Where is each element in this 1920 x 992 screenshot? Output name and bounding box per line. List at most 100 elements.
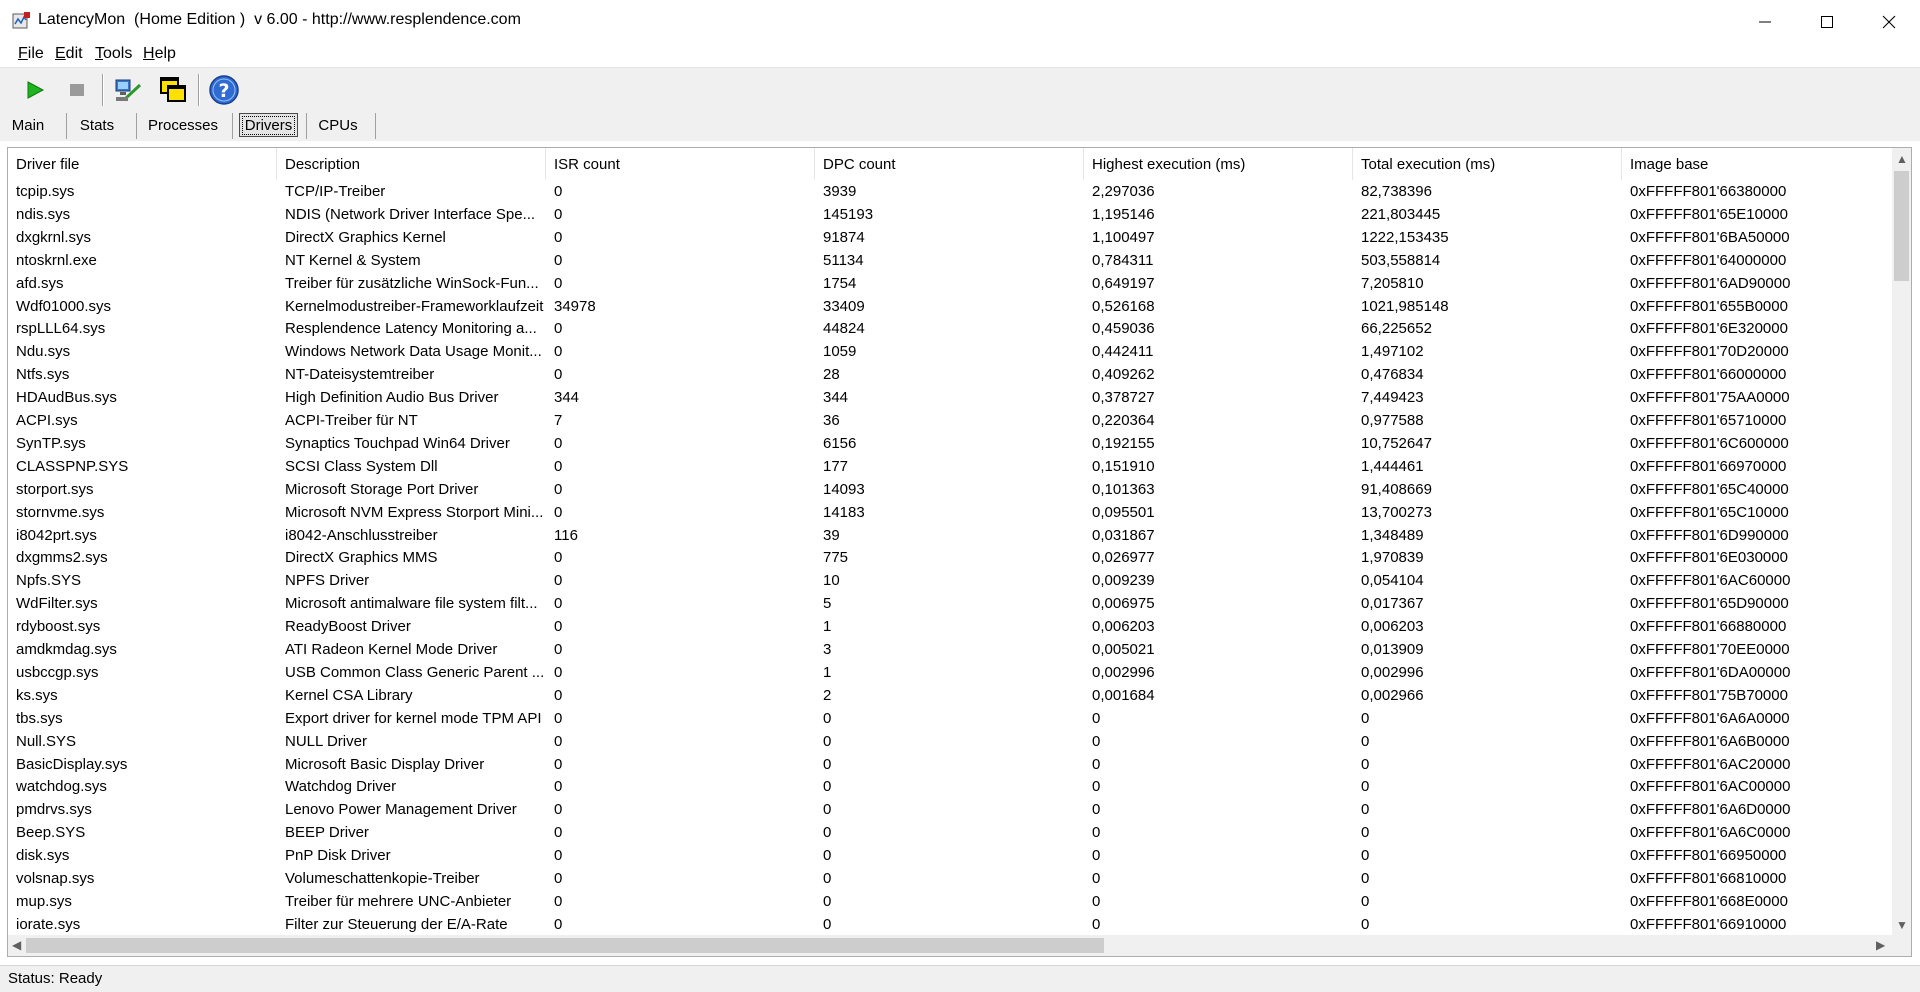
table-row[interactable]: dxgmms2.sys DirectX Graphics MMS 0 775 0,026…	[8, 546, 1894, 569]
column-header-highest-execution[interactable]: Highest execution (ms)	[1084, 148, 1353, 180]
tab-drivers[interactable]: Drivers	[239, 113, 298, 137]
image-base-cell: 0xFFFFF801'6AD90000	[1630, 274, 1791, 292]
total-execution-cell: 10,752647	[1361, 434, 1432, 452]
table-row[interactable]: tbs.sys Export driver for kernel mode TPM…	[8, 707, 1894, 730]
highest-execution-cell: 0	[1092, 915, 1101, 933]
start-button[interactable]	[17, 72, 53, 108]
table-row[interactable]: iorate.sys Filter zur Steuerung der E/A-R…	[8, 913, 1894, 936]
table-row[interactable]: rdyboost.sys ReadyBoost Driver 0 1 0,006203 0…	[8, 615, 1894, 638]
table-row[interactable]: dxgkrnl.sys DirectX Graphics Kernel 0 91874…	[8, 226, 1894, 249]
image-base-cell: 0xFFFFF801'6AC60000	[1630, 572, 1791, 590]
description-cell: Filter zur Steuerung der E/A-Rate	[285, 915, 508, 933]
table-row[interactable]: ndis.sys NDIS (Network Driver Interface S…	[8, 203, 1894, 226]
horizontal-scrollbar[interactable]: ◀ ▶	[8, 935, 1894, 956]
highest-execution-cell: 0	[1092, 847, 1101, 865]
table-row[interactable]: disk.sys PnP Disk Driver 0 0 0 0 0xFFFFF801'66…	[8, 844, 1894, 867]
minimize-button[interactable]	[1734, 0, 1796, 43]
total-execution-cell: 1,444461	[1361, 457, 1424, 475]
total-execution-cell: 1,348489	[1361, 526, 1424, 544]
column-header-dpc-count[interactable]: DPC count	[815, 148, 1084, 180]
total-execution-cell: 0,002996	[1361, 663, 1424, 681]
tab-separator	[375, 113, 376, 139]
menu-file[interactable]: File	[18, 45, 44, 63]
isr-count-cell: 0	[554, 205, 563, 223]
drivers-grid[interactable]: Driver file Description ISR count DPC co…	[7, 147, 1912, 957]
tab-cpus[interactable]: CPUs	[313, 113, 363, 137]
vertical-scrollbar[interactable]: ▲ ▼	[1892, 148, 1911, 936]
total-execution-cell: 82,738396	[1361, 183, 1432, 200]
highest-execution-cell: 1,195146	[1092, 205, 1155, 223]
help-button[interactable]: ?	[206, 72, 242, 108]
driver-file-cell: mup.sys	[16, 892, 72, 910]
table-row[interactable]: watchdog.sys Watchdog Driver 0 0 0 0 0xFFFFF80…	[8, 775, 1894, 798]
scroll-right-icon[interactable]: ▶	[1876, 938, 1885, 952]
dpc-count-cell: 36	[823, 412, 840, 429]
table-row[interactable]: amdkmdag.sys ATI Radeon Kernel Mode Drive…	[8, 638, 1894, 661]
menu-help[interactable]: Help	[143, 45, 176, 63]
table-row[interactable]: pmdrvs.sys Lenovo Power Management Driver…	[8, 798, 1894, 821]
table-row[interactable]: volsnap.sys Volumeschattenkopie-Treiber 0 0…	[8, 867, 1894, 890]
table-row[interactable]: WdFilter.sys Microsoft antimalware file s…	[8, 592, 1894, 615]
isr-count-cell: 0	[554, 549, 563, 567]
driver-file-cell: Beep.SYS	[16, 824, 86, 842]
description-cell: Export driver for kernel mode TPM API	[285, 709, 542, 727]
table-row[interactable]: CLASSPNP.SYS SCSI Class System Dll 0 177 0,1…	[8, 455, 1894, 478]
column-header-driver-file[interactable]: Driver file	[8, 148, 277, 180]
dpc-count-cell: 0	[823, 709, 832, 727]
menu-edit[interactable]: Edit	[55, 45, 83, 63]
table-row[interactable]: BasicDisplay.sys Microsoft Basic Display …	[8, 753, 1894, 776]
description-cell: NT Kernel & System	[285, 251, 421, 269]
scroll-left-icon[interactable]: ◀	[12, 938, 21, 952]
connect-button[interactable]	[110, 72, 146, 108]
table-row[interactable]: Ntfs.sys NT-Dateisystemtreiber 0 28 0,409262…	[8, 363, 1894, 386]
driver-file-cell: SynTP.sys	[16, 434, 86, 452]
table-row[interactable]: Null.SYS NULL Driver 0 0 0 0 0xFFFFF801'6A6B00…	[8, 730, 1894, 753]
table-row[interactable]: tcpip.sys TCP/IP-Treiber 0 3939 2,297036 82,7…	[8, 180, 1894, 203]
table-row[interactable]: Beep.SYS BEEP Driver 0 0 0 0 0xFFFFF801'6A6C00…	[8, 821, 1894, 844]
driver-file-cell: WdFilter.sys	[16, 595, 98, 613]
table-row[interactable]: usbccgp.sys USB Common Class Generic Pare…	[8, 661, 1894, 684]
table-row[interactable]: ntoskrnl.exe NT Kernel & System 0 51134 0,78…	[8, 249, 1894, 272]
table-row[interactable]: afd.sys Treiber für zusätzliche WinSock-F…	[8, 272, 1894, 295]
table-row[interactable]: Npfs.SYS NPFS Driver 0 10 0,009239 0,054104 0x…	[8, 569, 1894, 592]
column-header-isr-count[interactable]: ISR count	[546, 148, 815, 180]
column-header-description[interactable]: Description	[277, 148, 546, 180]
table-row[interactable]: SynTP.sys Synaptics Touchpad Win64 Driver…	[8, 432, 1894, 455]
close-icon	[1882, 15, 1896, 28]
column-header-total-execution[interactable]: Total execution (ms)	[1353, 148, 1622, 180]
table-row[interactable]: rspLLL64.sys Resplendence Latency Monitor…	[8, 317, 1894, 340]
scroll-up-icon[interactable]: ▲	[1896, 152, 1908, 166]
driver-file-cell: dxgkrnl.sys	[16, 228, 92, 246]
table-row[interactable]: storport.sys Microsoft Storage Port Drive…	[8, 478, 1894, 501]
vertical-scroll-thumb[interactable]	[1894, 171, 1909, 281]
tab-stats[interactable]: Stats	[74, 113, 120, 137]
table-row[interactable]: stornvme.sys Microsoft NVM Express Storpo…	[8, 501, 1894, 524]
total-execution-cell: 0	[1361, 892, 1370, 910]
menu-tools[interactable]: Tools	[95, 45, 132, 63]
description-cell: Volumeschattenkopie-Treiber	[285, 870, 480, 887]
column-header-image-base[interactable]: Image base	[1622, 148, 1894, 180]
tab-processes[interactable]: Processes	[145, 113, 221, 137]
maximize-button[interactable]	[1796, 0, 1858, 43]
table-row[interactable]: mup.sys Treiber für mehrere UNC-Anbieter 0…	[8, 890, 1894, 913]
minimize-icon	[1759, 21, 1771, 22]
table-row[interactable]: Wdf01000.sys Kernelmodustreiber-Framework…	[8, 295, 1894, 318]
stop-button[interactable]	[59, 72, 95, 108]
horizontal-scroll-thumb[interactable]	[26, 938, 1104, 953]
total-execution-cell: 221,803445	[1361, 205, 1441, 223]
table-row[interactable]: ACPI.sys ACPI-Treiber für NT 7 36 0,220364 0,…	[8, 409, 1894, 432]
isr-count-cell: 0	[554, 457, 563, 475]
driver-file-cell: stornvme.sys	[16, 503, 105, 521]
table-row[interactable]: HDAudBus.sys High Definition Audio Bus Dr…	[8, 386, 1894, 409]
image-base-cell: 0xFFFFF801'66910000	[1630, 915, 1787, 933]
table-row[interactable]: i8042prt.sys i8042-Anschlusstreiber 116 39 0…	[8, 524, 1894, 547]
scroll-down-icon[interactable]: ▼	[1896, 918, 1908, 932]
table-row[interactable]: Ndu.sys Windows Network Data Usage Monit.…	[8, 340, 1894, 363]
highest-execution-cell: 0,006975	[1092, 595, 1155, 613]
tab-main[interactable]: Main	[8, 113, 48, 137]
description-cell: NDIS (Network Driver Interface Spe...	[285, 205, 536, 223]
image-base-cell: 0xFFFFF801'6AC20000	[1630, 755, 1791, 773]
close-button[interactable]	[1858, 0, 1920, 43]
windows-button[interactable]	[155, 72, 191, 108]
table-row[interactable]: ks.sys Kernel CSA Library 0 2 0,001684 0,0029…	[8, 684, 1894, 707]
